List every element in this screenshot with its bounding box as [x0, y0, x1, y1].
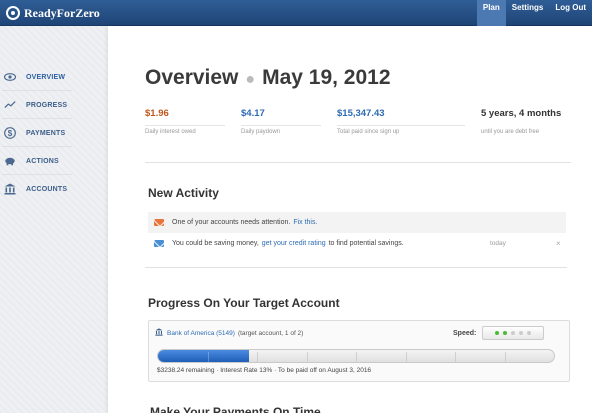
progress-summary: $3238.24 remaining · Interest Rate 13% ·…: [157, 367, 372, 374]
progress-tick: [207, 352, 209, 362]
eye-icon: [4, 71, 16, 83]
speed-dot[interactable]: [495, 331, 500, 335]
svg-text:$: $: [8, 129, 13, 138]
nav-plan[interactable]: Plan: [476, 0, 506, 26]
credit-rating-link[interactable]: get your credit rating: [262, 240, 326, 247]
sidebar-item-label: PAYMENTS: [26, 129, 66, 137]
top-bar: ReadyForZero Plan Settings Log Out: [0, 0, 592, 26]
divider: [145, 162, 571, 163]
progress-title: Progress On Your Target Account: [148, 296, 340, 310]
speed-selector[interactable]: [482, 326, 545, 340]
payments-on-time-title: Make Your Payments On Time: [150, 405, 321, 413]
sidebar-item-progress[interactable]: PROGRESS: [0, 91, 72, 119]
progress-bar: [157, 349, 555, 363]
account-row: Bank of America (5149) (target account, …: [155, 327, 303, 339]
stat-value: $1.96: [145, 108, 169, 119]
activity-item: One of your accounts needs attention. Fi…: [148, 212, 566, 233]
activity-text-after: to find potential savings.: [328, 240, 404, 247]
nav-settings[interactable]: Settings: [506, 0, 550, 26]
progress-tick: [306, 352, 308, 362]
sidebar-item-label: PROGRESS: [26, 101, 68, 109]
target-account-progress: Bank of America (5149) (target account, …: [148, 320, 570, 382]
sidebar: OVERVIEW PROGRESS $ PAYMENTS ACTIONS ACC…: [0, 26, 108, 413]
stat-label: until you are debt free: [481, 129, 540, 135]
sidebar-item-overview[interactable]: OVERVIEW: [0, 63, 72, 91]
stat-label: Daily interest owed: [145, 125, 225, 135]
bank-icon: [155, 328, 163, 338]
piggy-bank-icon: [4, 155, 16, 167]
stat-total-paid: $15,347.43 Total paid since sign up: [337, 108, 465, 135]
dollar-icon: $: [4, 127, 16, 139]
bank-icon: [4, 183, 16, 195]
main-panel: Overview ● May 19, 2012 $1.96 Daily inte…: [108, 26, 592, 413]
progress-tick: [356, 352, 357, 362]
overview-date: May 19, 2012: [262, 66, 391, 89]
sidebar-item-label: ACCOUNTS: [26, 185, 68, 193]
new-activity-title: New Activity: [148, 186, 219, 200]
stat-daily-interest: $1.96 Daily interest owed: [145, 108, 225, 135]
account-name-link[interactable]: Bank of America (5149): [167, 330, 235, 337]
mail-alert-icon: [154, 219, 164, 226]
top-nav: Plan Settings Log Out: [476, 0, 592, 26]
progress-bar-fill: [158, 350, 250, 362]
stat-value: 5 years, 4 months: [481, 108, 562, 119]
nav-logout[interactable]: Log Out: [549, 0, 592, 26]
stats-row: $1.96 Daily interest owed $4.17 Daily pa…: [145, 108, 575, 142]
activity-text: You could be saving money,: [172, 240, 259, 247]
stat-label: Daily paydown: [241, 125, 321, 135]
title-separator-dot: ●: [245, 71, 256, 88]
activity-time: today: [490, 240, 506, 247]
speed-dot[interactable]: [519, 331, 524, 335]
divider: [145, 267, 567, 268]
close-icon[interactable]: ×: [556, 239, 561, 248]
line-graph-icon: [4, 99, 16, 111]
logo-icon: [6, 6, 20, 20]
activity-text: One of your accounts needs attention.: [172, 219, 291, 226]
stat-label: Total paid since sign up: [337, 125, 465, 135]
progress-tick: [504, 352, 506, 362]
activity-item: You could be saving money, get your cred…: [148, 233, 566, 254]
sidebar-item-label: OVERVIEW: [26, 73, 66, 81]
speed-dot[interactable]: [503, 331, 508, 335]
stat-daily-paydown: $4.17 Daily paydown: [241, 108, 321, 135]
progress-tick: [455, 352, 456, 362]
overview-title: Overview: [145, 66, 239, 89]
sidebar-item-payments[interactable]: $ PAYMENTS: [0, 119, 72, 147]
progress-tick: [405, 352, 407, 362]
progress-tick: [257, 352, 258, 362]
stat-value: $15,347.43: [337, 108, 385, 119]
fix-this-link[interactable]: Fix this.: [293, 219, 317, 226]
sidebar-item-label: ACTIONS: [26, 157, 59, 165]
speed-dot[interactable]: [511, 331, 516, 335]
speed-control: Speed:: [453, 326, 545, 340]
sidebar-item-actions[interactable]: ACTIONS: [0, 147, 72, 175]
speed-label: Speed:: [453, 329, 477, 337]
stat-debt-free: 5 years, 4 months until you are debt fre…: [481, 108, 575, 135]
sidebar-item-accounts[interactable]: ACCOUNTS: [0, 175, 72, 203]
app-name: ReadyForZero: [24, 5, 100, 20]
account-note: (target account, 1 of 2): [237, 329, 304, 337]
page-title: Overview ● May 19, 2012: [145, 66, 391, 90]
speed-dot[interactable]: [527, 331, 532, 335]
app-logo[interactable]: ReadyForZero: [6, 5, 100, 21]
stat-value: $4.17: [241, 108, 265, 119]
mail-info-icon: [154, 240, 164, 247]
